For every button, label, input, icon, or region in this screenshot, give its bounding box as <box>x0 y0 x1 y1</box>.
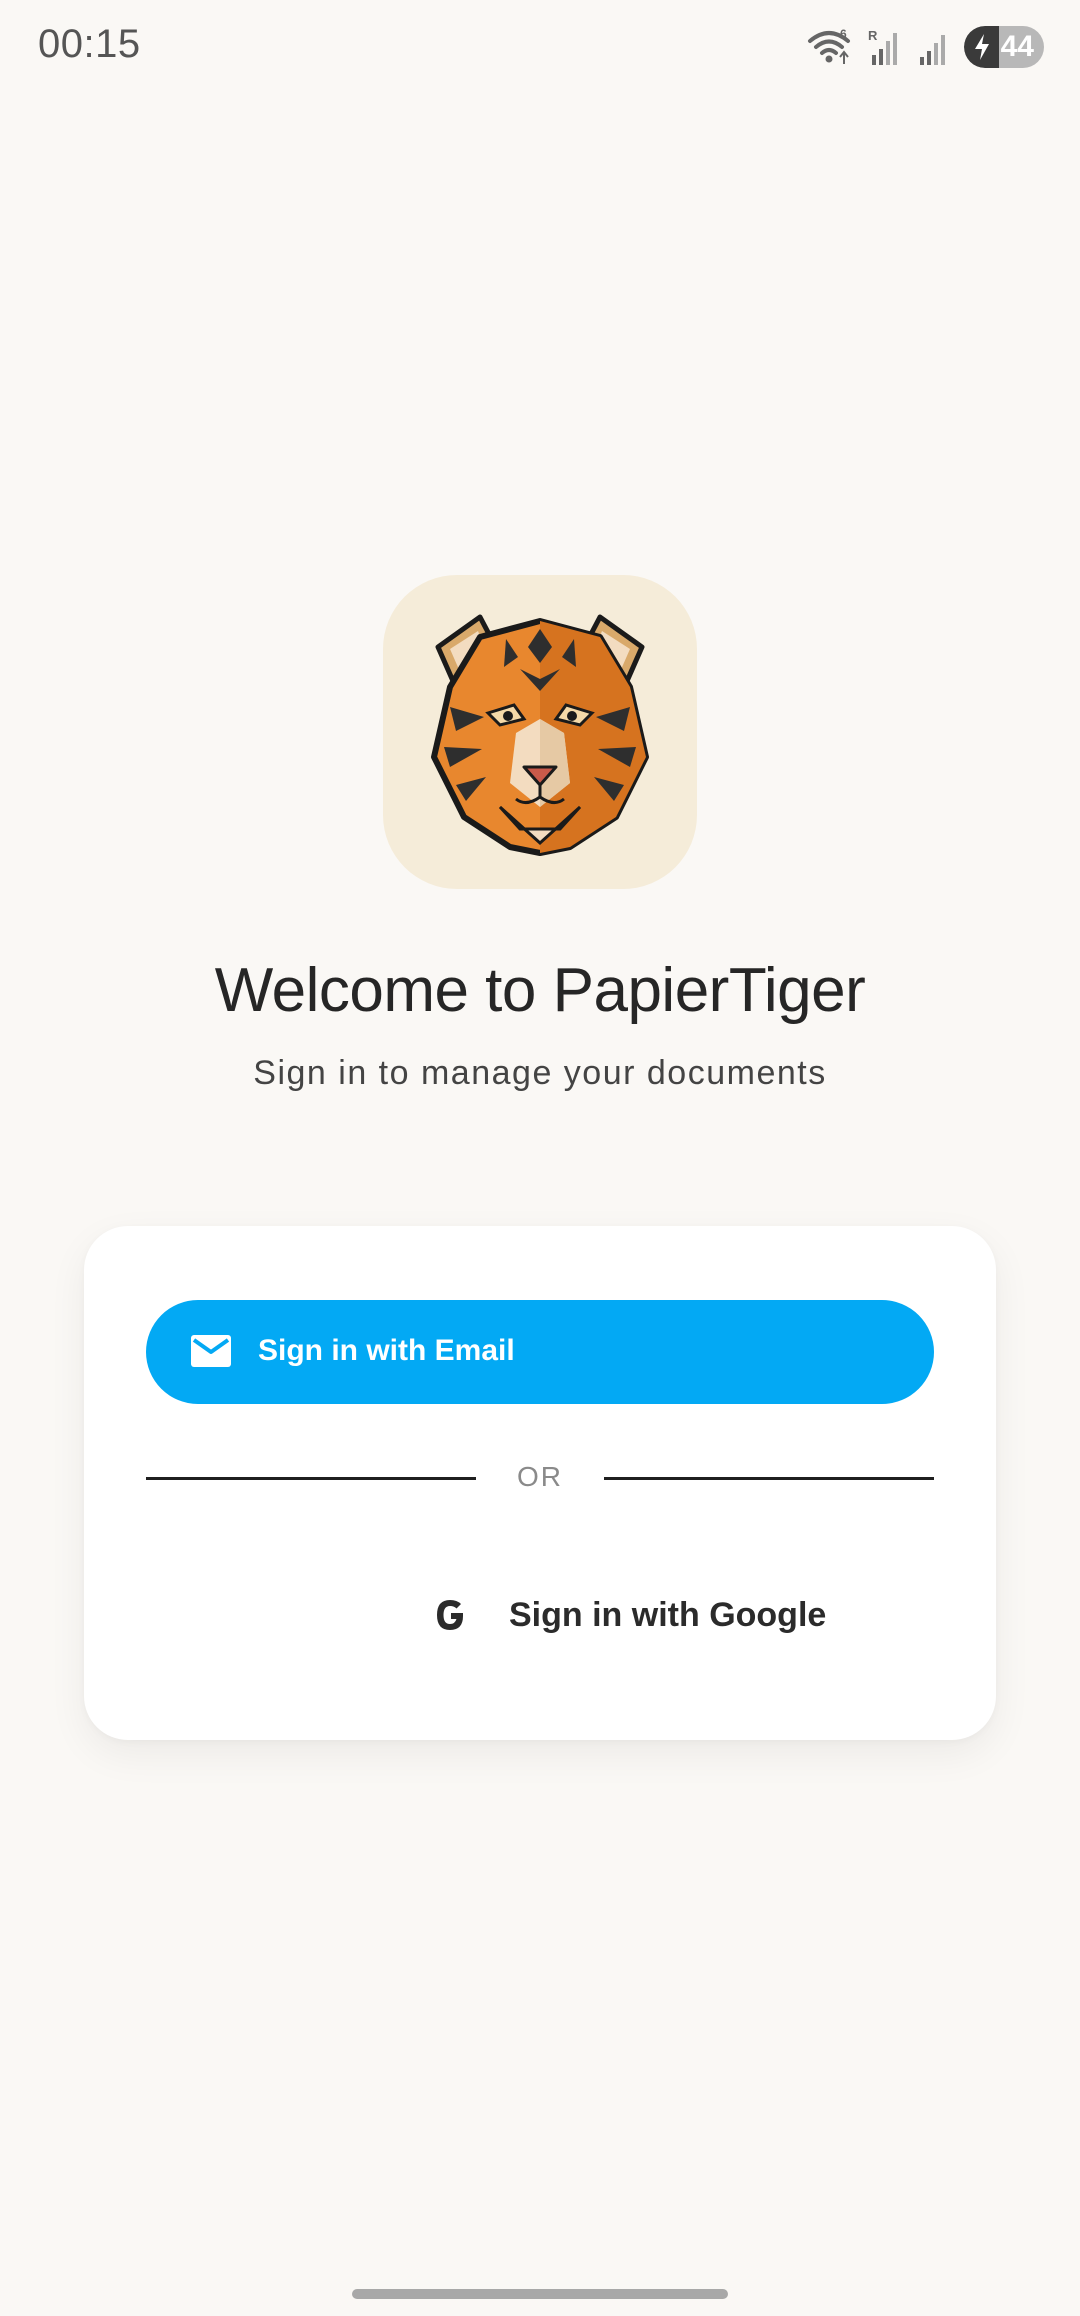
sign-in-google-button[interactable]: Sign in with Google <box>264 1576 826 1656</box>
wifi-icon: 6 <box>806 27 852 67</box>
svg-text:R: R <box>868 28 878 43</box>
home-indicator[interactable] <box>352 2289 728 2299</box>
sign-in-email-button[interactable]: Sign in with Email <box>146 1300 934 1404</box>
signal-icon <box>916 27 950 67</box>
battery-charging-icon: 44 <box>964 26 1044 68</box>
google-icon <box>437 1600 463 1630</box>
status-icons: 6 R 44 <box>806 24 1044 70</box>
sign-in-google-label: Sign in with Google <box>509 1596 827 1634</box>
page-title: Welcome to PapierTiger <box>214 956 866 1025</box>
divider-line-right <box>604 1477 934 1480</box>
page-subtitle: Sign in to manage your documents <box>253 1054 827 1092</box>
app-logo <box>383 575 697 889</box>
signal-roaming-icon: R <box>866 27 902 67</box>
bolt-icon <box>975 34 989 60</box>
tiger-head-icon <box>431 614 649 856</box>
sign-in-email-label: Sign in with Email <box>258 1334 515 1367</box>
divider-line-left <box>146 1477 476 1480</box>
mail-icon <box>191 1335 231 1367</box>
status-bar: 00:15 6 R 44 <box>0 0 1080 96</box>
status-time: 00:15 <box>38 22 141 66</box>
battery-level: 44 <box>1000 30 1034 63</box>
divider-or: OR <box>517 1461 563 1492</box>
signin-card: Sign in with Email OR Sign in with Googl… <box>84 1226 996 1740</box>
svg-text:6: 6 <box>840 27 847 41</box>
